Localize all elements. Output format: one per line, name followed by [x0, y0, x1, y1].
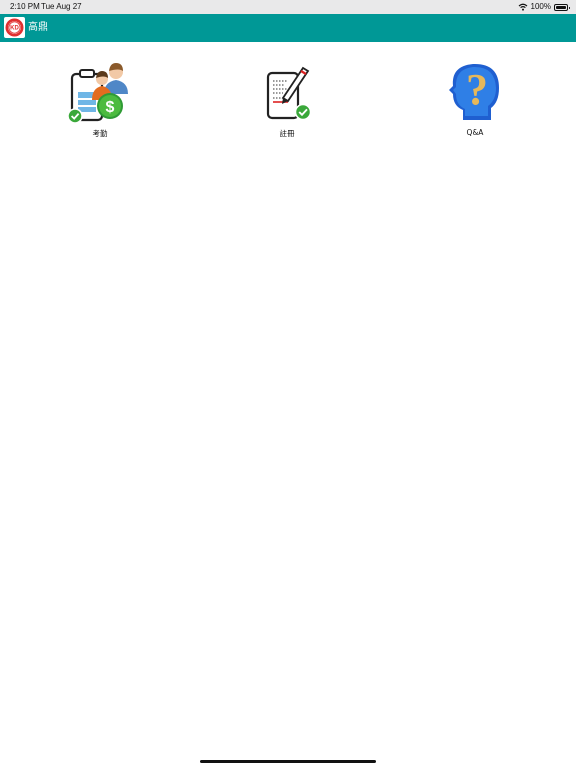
svg-text:$: $	[106, 99, 115, 116]
wifi-icon	[518, 3, 527, 11]
app-title: 高鼎	[28, 22, 48, 33]
register-icon	[266, 66, 312, 121]
menu-label-register: 註冊	[279, 129, 295, 138]
logo-text: KD	[10, 26, 19, 32]
battery-icon	[554, 3, 570, 11]
menu-label-attendance: 考勤	[92, 129, 108, 138]
menu-label-qa: Q&A	[466, 128, 484, 137]
status-indicators: 100%	[518, 0, 570, 14]
status-date: Tue Aug 27	[41, 2, 82, 11]
app-logo[interactable]: KD	[4, 17, 25, 38]
menu-item-attendance[interactable]: $ 考勤	[40, 60, 160, 144]
status-bar: 2:10 PM Tue Aug 27 100%	[0, 0, 576, 14]
question-head-icon: ?	[449, 63, 499, 120]
kd-logo-icon: KD	[5, 18, 24, 37]
battery-percent: 100%	[530, 2, 551, 11]
app-bar: KD 高鼎	[0, 14, 576, 42]
attendance-icon: $	[68, 63, 128, 124]
status-time: 2:10 PM	[10, 2, 40, 11]
menu-item-qa[interactable]: ? Q&A	[415, 60, 535, 144]
home-indicator[interactable]	[200, 760, 376, 763]
menu-item-register[interactable]: 註冊	[227, 60, 347, 144]
svg-text:?: ?	[466, 65, 488, 114]
